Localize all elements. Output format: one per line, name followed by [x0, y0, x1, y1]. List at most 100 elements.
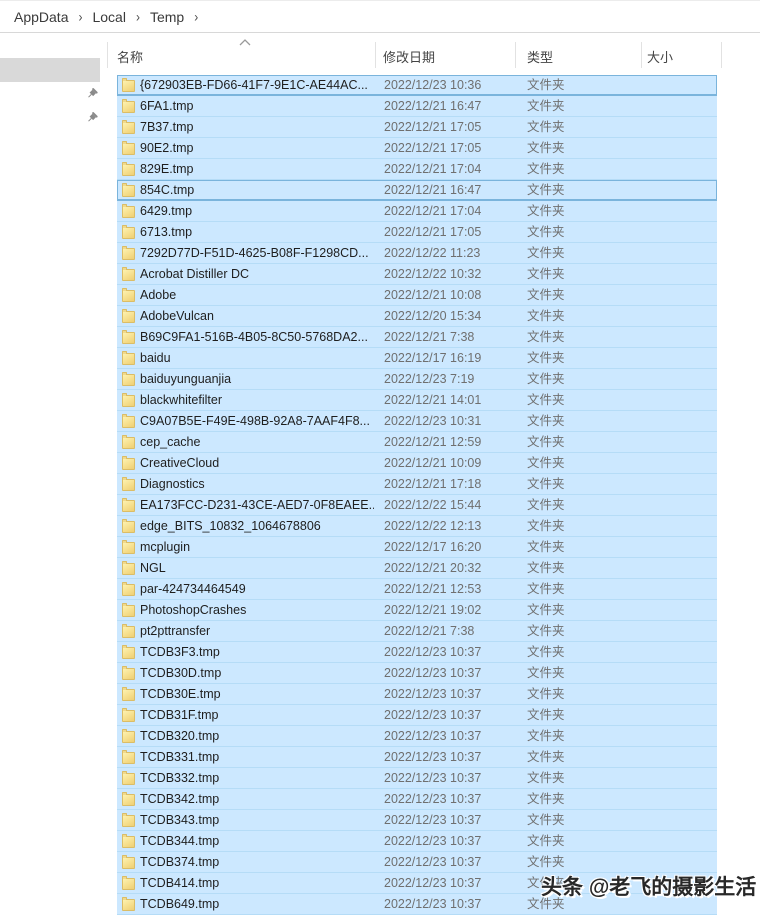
- folder-icon: [122, 519, 135, 533]
- file-name: TCDB343.tmp: [140, 813, 220, 827]
- file-type: 文件夹: [527, 519, 565, 533]
- column-header-size[interactable]: 大小: [647, 47, 673, 66]
- file-type: 文件夹: [527, 393, 565, 407]
- file-row[interactable]: TCDB320.tmp 2022/12/23 10:37 文件夹: [117, 726, 717, 747]
- breadcrumb-chevron-icon[interactable]: ›: [71, 8, 89, 24]
- file-row[interactable]: TCDB344.tmp 2022/12/23 10:37 文件夹: [117, 831, 717, 852]
- folder-icon: [122, 729, 135, 743]
- folder-icon: [122, 414, 135, 428]
- folder-icon: [122, 603, 135, 617]
- file-row[interactable]: par-424734464549 2022/12/21 12:53 文件夹: [117, 579, 717, 600]
- file-row[interactable]: EA173FCC-D231-43CE-AED7-0F8EAEE... 2022/…: [117, 495, 717, 516]
- file-date-modified: 2022/12/23 10:37: [384, 666, 482, 680]
- folder-icon: [122, 897, 135, 911]
- column-header-type[interactable]: 类型: [527, 47, 553, 66]
- file-row[interactable]: blackwhitefilter 2022/12/21 14:01 文件夹: [117, 390, 717, 411]
- breadcrumb-item-appdata[interactable]: AppData: [11, 7, 71, 27]
- file-row[interactable]: baiduyunguanjia 2022/12/23 7:19 文件夹: [117, 369, 717, 390]
- file-row[interactable]: TCDB30D.tmp 2022/12/23 10:37 文件夹: [117, 663, 717, 684]
- file-row[interactable]: Adobe 2022/12/21 10:08 文件夹: [117, 285, 717, 306]
- file-row[interactable]: edge_BITS_10832_1064678806 2022/12/22 12…: [117, 516, 717, 537]
- column-divider[interactable]: [515, 42, 516, 68]
- file-date-modified: 2022/12/21 16:47: [384, 99, 482, 113]
- file-row[interactable]: 7B37.tmp 2022/12/21 17:05 文件夹: [117, 117, 717, 138]
- file-date-modified: 2022/12/23 10:37: [384, 771, 482, 785]
- file-size: [641, 390, 711, 410]
- breadcrumb-chevron-icon[interactable]: ›: [129, 8, 147, 24]
- column-divider[interactable]: [721, 42, 722, 68]
- file-size: [641, 180, 711, 200]
- file-row[interactable]: B69C9FA1-516B-4B05-8C50-5768DA2... 2022/…: [117, 327, 717, 348]
- file-date-modified: 2022/12/23 10:37: [384, 897, 482, 911]
- file-type: 文件夹: [527, 855, 565, 869]
- file-row[interactable]: 7292D77D-F51D-4625-B08F-F1298CD... 2022/…: [117, 243, 717, 264]
- file-date-modified: 2022/12/21 12:53: [384, 582, 482, 596]
- file-name: Acrobat Distiller DC: [140, 267, 250, 281]
- file-size: [641, 285, 711, 305]
- file-row[interactable]: C9A07B5E-F49E-498B-92A8-7AAF4F8... 2022/…: [117, 411, 717, 432]
- file-row[interactable]: 6429.tmp 2022/12/21 17:04 文件夹: [117, 201, 717, 222]
- file-date-modified: 2022/12/17 16:20: [384, 540, 482, 554]
- file-size: [641, 159, 711, 179]
- breadcrumb-item-local[interactable]: Local: [89, 7, 128, 27]
- file-row[interactable]: mcplugin 2022/12/17 16:20 文件夹: [117, 537, 717, 558]
- file-type: 文件夹: [527, 99, 565, 113]
- file-type: 文件夹: [527, 456, 565, 470]
- breadcrumb-item-temp[interactable]: Temp: [147, 7, 187, 27]
- file-name: TCDB31F.tmp: [140, 708, 219, 722]
- file-size: [641, 558, 711, 578]
- file-row[interactable]: TCDB342.tmp 2022/12/23 10:37 文件夹: [117, 789, 717, 810]
- file-row[interactable]: TCDB332.tmp 2022/12/23 10:37 文件夹: [117, 768, 717, 789]
- file-row[interactable]: Diagnostics 2022/12/21 17:18 文件夹: [117, 474, 717, 495]
- file-size: [641, 327, 711, 347]
- column-header-name[interactable]: 名称: [117, 47, 143, 66]
- file-row[interactable]: CreativeCloud 2022/12/21 10:09 文件夹: [117, 453, 717, 474]
- file-size: [641, 348, 711, 368]
- file-type: 文件夹: [527, 834, 565, 848]
- file-row[interactable]: TCDB31F.tmp 2022/12/23 10:37 文件夹: [117, 705, 717, 726]
- column-divider[interactable]: [641, 42, 642, 68]
- folder-icon: [122, 561, 135, 575]
- file-row[interactable]: NGL 2022/12/21 20:32 文件夹: [117, 558, 717, 579]
- file-row[interactable]: PhotoshopCrashes 2022/12/21 19:02 文件夹: [117, 600, 717, 621]
- file-row[interactable]: 6713.tmp 2022/12/21 17:05 文件夹: [117, 222, 717, 243]
- file-row[interactable]: cep_cache 2022/12/21 12:59 文件夹: [117, 432, 717, 453]
- file-row[interactable]: AdobeVulcan 2022/12/20 15:34 文件夹: [117, 306, 717, 327]
- file-size: [641, 810, 711, 830]
- file-type: 文件夹: [527, 183, 565, 197]
- column-divider[interactable]: [375, 42, 376, 68]
- folder-icon: [122, 582, 135, 596]
- file-row[interactable]: {672903EB-FD66-41F7-9E1C-AE44AC... 2022/…: [117, 75, 717, 96]
- column-header-date-modified[interactable]: 修改日期: [383, 47, 435, 66]
- file-date-modified: 2022/12/23 10:37: [384, 645, 482, 659]
- folder-icon: [122, 624, 135, 638]
- folder-icon: [122, 141, 135, 155]
- file-row[interactable]: Acrobat Distiller DC 2022/12/22 10:32 文件…: [117, 264, 717, 285]
- folder-icon: [122, 309, 135, 323]
- file-size: [641, 768, 711, 788]
- file-size: [641, 579, 711, 599]
- file-row[interactable]: TCDB343.tmp 2022/12/23 10:37 文件夹: [117, 810, 717, 831]
- folder-icon: [122, 666, 135, 680]
- file-row[interactable]: pt2pttransfer 2022/12/21 7:38 文件夹: [117, 621, 717, 642]
- file-size: [641, 222, 711, 242]
- file-date-modified: 2022/12/21 10:09: [384, 456, 482, 470]
- folder-icon: [122, 855, 135, 869]
- file-name: Diagnostics: [140, 477, 205, 491]
- file-name: {672903EB-FD66-41F7-9E1C-AE44AC...: [140, 78, 368, 92]
- file-row[interactable]: TCDB30E.tmp 2022/12/23 10:37 文件夹: [117, 684, 717, 705]
- file-row[interactable]: baidu 2022/12/17 16:19 文件夹: [117, 348, 717, 369]
- file-row[interactable]: 829E.tmp 2022/12/21 17:04 文件夹: [117, 159, 717, 180]
- folder-icon: [122, 834, 135, 848]
- file-row[interactable]: 90E2.tmp 2022/12/21 17:05 文件夹: [117, 138, 717, 159]
- file-row[interactable]: TCDB331.tmp 2022/12/23 10:37 文件夹: [117, 747, 717, 768]
- file-name: blackwhitefilter: [140, 393, 222, 407]
- file-size: [641, 495, 711, 515]
- breadcrumb-chevron-icon[interactable]: ›: [187, 8, 205, 24]
- file-row[interactable]: TCDB374.tmp 2022/12/23 10:37 文件夹: [117, 852, 717, 873]
- file-row[interactable]: TCDB3F3.tmp 2022/12/23 10:37 文件夹: [117, 642, 717, 663]
- file-row[interactable]: 854C.tmp 2022/12/21 16:47 文件夹: [117, 180, 717, 201]
- folder-icon: [122, 120, 135, 134]
- column-divider[interactable]: [107, 42, 108, 68]
- file-row[interactable]: 6FA1.tmp 2022/12/21 16:47 文件夹: [117, 96, 717, 117]
